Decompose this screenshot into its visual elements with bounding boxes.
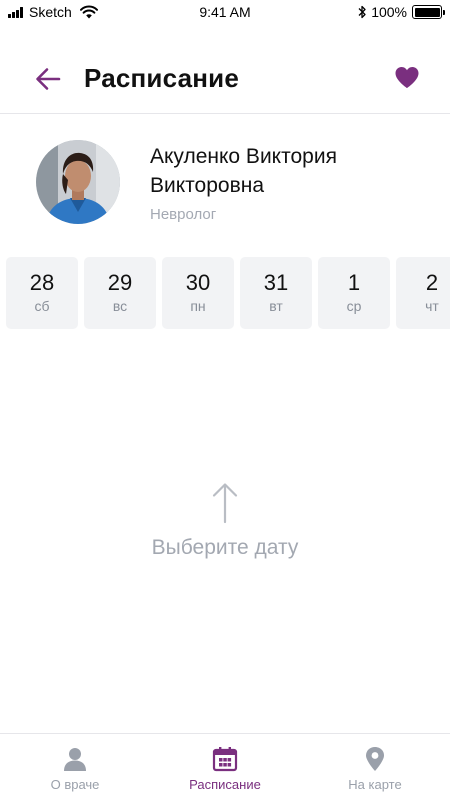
empty-state: Выберите дату <box>0 482 450 560</box>
date-weekday: ср <box>346 298 362 314</box>
doctor-avatar <box>36 140 120 224</box>
date-card[interactable]: 29 вс <box>84 257 156 329</box>
tab-label: О враче <box>50 777 100 792</box>
date-card[interactable]: 28 сб <box>6 257 78 329</box>
doctor-name: Акуленко Виктория Викторовна <box>150 142 410 200</box>
tab-label: На карте <box>348 777 402 792</box>
bluetooth-icon <box>358 5 366 19</box>
doctor-card: Акуленко Виктория Викторовна Невролог <box>0 140 450 230</box>
date-day: 2 <box>425 270 439 295</box>
date-day: 1 <box>347 270 361 295</box>
battery-icon <box>412 5 445 19</box>
battery-percent: 100% <box>371 4 407 20</box>
date-day: 28 <box>29 270 55 295</box>
date-card[interactable]: 30 пн <box>162 257 234 329</box>
date-day: 29 <box>107 270 133 295</box>
tab-schedule[interactable]: Расписание <box>150 734 300 800</box>
doctor-specialty: Невролог <box>150 206 217 223</box>
date-card[interactable]: 31 вт <box>240 257 312 329</box>
date-weekday: вс <box>112 298 128 314</box>
empty-state-text: Выберите дату <box>151 536 299 559</box>
back-button[interactable] <box>33 64 63 94</box>
header-divider <box>0 113 450 114</box>
map-pin-icon <box>366 747 384 771</box>
date-card[interactable]: 2 чт <box>396 257 450 329</box>
date-day: 30 <box>185 270 211 295</box>
tab-bar: О враче Расписание На карте <box>0 733 450 800</box>
doctor-name-line1: Акуленко Виктория <box>150 145 337 168</box>
date-weekday: пн <box>190 298 206 314</box>
date-strip[interactable]: 28 сб 29 вс 30 пн 31 вт 1 ср 2 чт <box>6 257 450 329</box>
tab-label: Расписание <box>189 777 261 792</box>
date-weekday: вт <box>269 298 283 314</box>
arrow-up-icon <box>212 483 238 524</box>
favorite-button[interactable] <box>394 65 420 91</box>
date-card[interactable]: 1 ср <box>318 257 390 329</box>
tab-about-doctor[interactable]: О враче <box>0 734 150 800</box>
date-weekday: сб <box>34 298 50 314</box>
header: Расписание <box>0 52 450 106</box>
status-right: 100% <box>357 4 445 20</box>
page-title: Расписание <box>84 63 239 93</box>
person-icon <box>64 748 86 771</box>
arrow-left-icon <box>36 68 61 90</box>
status-bar: Sketch 9:41 AM 100% <box>0 0 450 26</box>
doctor-name-line2: Викторовна <box>150 174 265 197</box>
tab-on-map[interactable]: На карте <box>300 734 450 800</box>
calendar-icon <box>212 747 238 772</box>
date-weekday: чт <box>425 298 439 314</box>
heart-icon <box>395 67 419 88</box>
date-day: 31 <box>263 270 289 295</box>
